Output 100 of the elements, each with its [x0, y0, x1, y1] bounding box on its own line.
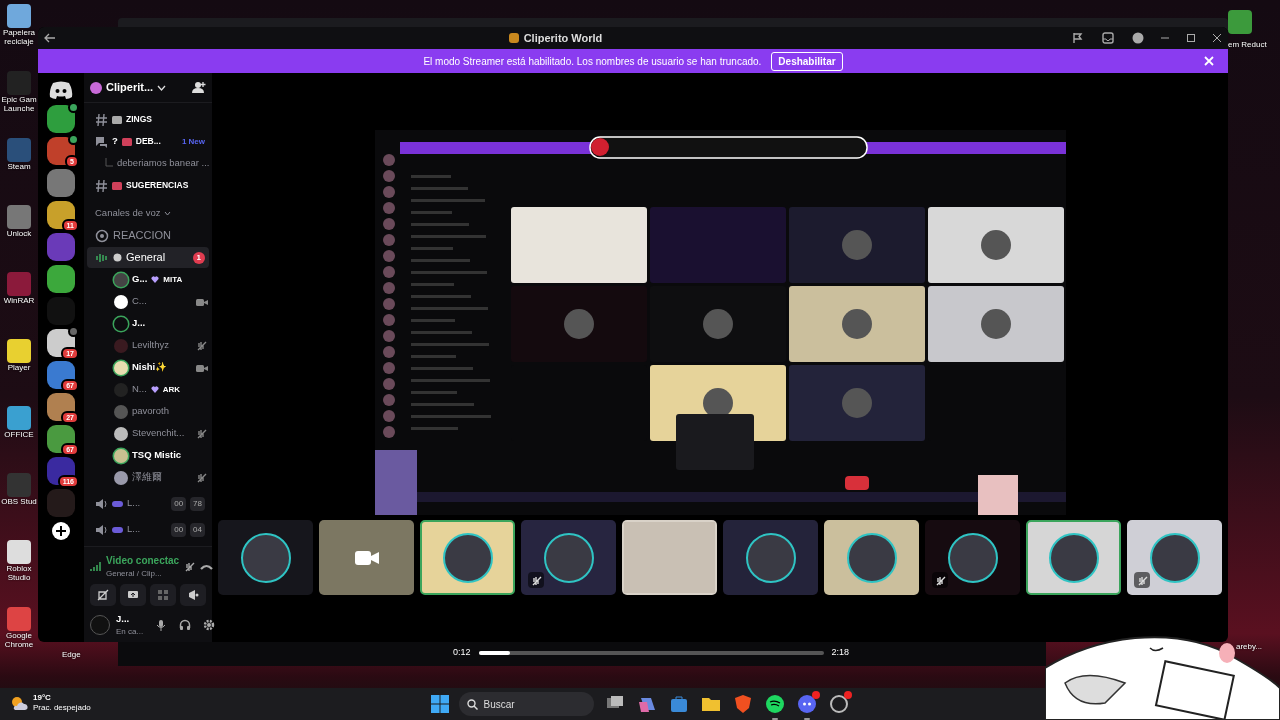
chevron-down-icon[interactable] [157, 84, 167, 91]
participant-tile[interactable] [1026, 520, 1121, 595]
disable-button[interactable]: Deshabilitar [771, 51, 843, 71]
channel-item[interactable]: L... 00 04 [87, 519, 209, 540]
channel-name: General [126, 250, 166, 266]
channel-name: SUGERENCIAS [126, 179, 189, 192]
icon-label: Player [7, 363, 31, 372]
channel-name: ZINGS [126, 113, 152, 126]
user-avatar [543, 532, 594, 583]
chevron-down-icon [164, 211, 172, 216]
user-count: 00 [171, 496, 187, 511]
search-button[interactable]: Buscar [458, 692, 594, 716]
server-icon[interactable] [47, 265, 75, 293]
flag-icon[interactable] [1072, 32, 1084, 44]
microphone-icon[interactable] [155, 619, 168, 631]
screen-share-icon [127, 589, 139, 601]
channel-item[interactable]: REACCION [87, 225, 209, 246]
maximize-icon[interactable] [1186, 33, 1196, 43]
noise-suppression-icon[interactable] [183, 560, 197, 573]
participant-tile[interactable] [723, 520, 818, 595]
activities-button[interactable] [150, 584, 176, 606]
channel-item[interactable]: L... 00 78 [87, 493, 209, 514]
icon-label: Epic Gam Launche [0, 95, 38, 113]
inbox-icon[interactable] [1102, 32, 1114, 44]
server-name[interactable]: Cliperit... [106, 79, 154, 96]
signal-icon [90, 561, 102, 572]
icon-label: OBS Stud [1, 497, 37, 506]
hash-icon [95, 178, 108, 193]
server-icon[interactable] [47, 169, 75, 197]
participant-tile[interactable] [521, 520, 616, 595]
channel-item[interactable]: General 1 [87, 247, 209, 268]
channel-item[interactable]: SUGERENCIAS [87, 175, 209, 196]
user-avatar [1149, 532, 1200, 583]
participant-tile[interactable] [925, 520, 1020, 595]
icon-label: OFFICE [4, 430, 34, 439]
emoji-icon [113, 253, 122, 262]
help-icon[interactable] [1132, 32, 1144, 44]
channel-item[interactable]: ZINGS [87, 109, 209, 130]
icon-label: Edge [62, 650, 81, 659]
camera-off-icon [97, 589, 109, 601]
app-icon[interactable] [7, 339, 31, 363]
event-icon [68, 102, 79, 113]
icon-label: WinRAR [3, 296, 35, 305]
participant-tile[interactable] [218, 520, 313, 595]
chat-icon [68, 134, 79, 145]
thread-item[interactable]: deberiamos banear ... [87, 153, 209, 174]
screen-share-button[interactable] [120, 584, 146, 606]
channel-prefix: ? [112, 134, 118, 149]
heart-icon [150, 386, 159, 393]
user-name: pavoroth [132, 404, 169, 419]
icon-label: areby... [1236, 642, 1263, 651]
banner-text: El modo Streamer está habilitado. Los nombres de usuario se han truncado. [423, 54, 762, 69]
user-name: J... [132, 316, 146, 331]
disconnect-icon[interactable] [200, 562, 214, 571]
discord-logo-icon[interactable] [47, 79, 75, 101]
speaker-icon [95, 497, 108, 510]
hash-icon [95, 112, 108, 127]
settings-icon[interactable] [203, 619, 216, 631]
camera-icon [354, 549, 379, 566]
icon-label: Unlock [6, 229, 32, 238]
emoji-icon [112, 115, 122, 124]
participant-tile[interactable] [420, 520, 515, 595]
search-label: Buscar [483, 697, 515, 712]
add-member-icon[interactable] [192, 81, 206, 94]
close-button[interactable] [1202, 53, 1216, 67]
weather-temperature: 19°C [33, 693, 52, 703]
user-name: Levilthyz [132, 338, 169, 353]
mention-badge: 1 [192, 251, 205, 264]
participant-tile[interactable] [824, 520, 919, 595]
category-name: Canales de voz [95, 206, 161, 221]
new-label: 1 New [181, 135, 205, 148]
add-server-icon[interactable] [51, 521, 71, 541]
window-title: Cliperito World [523, 30, 603, 46]
icon-label: Google Chrome [3, 631, 35, 649]
heart-icon [151, 276, 160, 283]
server-icon[interactable] [47, 233, 75, 261]
icon-label: Roblox Studio [5, 564, 33, 582]
voice-channel-path[interactable]: General / Clip... [106, 568, 180, 580]
user-tag: MITA [163, 273, 183, 286]
user-name: G... [132, 272, 148, 287]
windows-start-icon[interactable] [430, 695, 449, 713]
channel-name: DEB... [135, 135, 161, 148]
server-icon[interactable] [47, 105, 75, 133]
back-arrow-icon[interactable] [44, 33, 56, 43]
channel-name: REACCION [113, 228, 172, 244]
participant-tile[interactable] [1127, 520, 1222, 595]
soundboard-button[interactable] [180, 584, 206, 606]
category-header[interactable]: Canales de voz [87, 203, 209, 224]
headphones-icon[interactable] [179, 619, 192, 631]
close-icon[interactable] [1212, 33, 1222, 43]
forum-icon [95, 134, 108, 149]
channel-item[interactable]: ? DEB... 1 New [87, 131, 209, 152]
user-tag: ARK [162, 383, 181, 396]
camera-off-button[interactable] [90, 584, 116, 606]
participant-tile[interactable] [319, 520, 414, 595]
user-limit: 78 [190, 496, 205, 511]
activities-icon [157, 589, 169, 601]
controller-icon [112, 499, 123, 508]
connection-status: Video conectac [106, 554, 180, 568]
other-app-button[interactable] [827, 693, 850, 715]
